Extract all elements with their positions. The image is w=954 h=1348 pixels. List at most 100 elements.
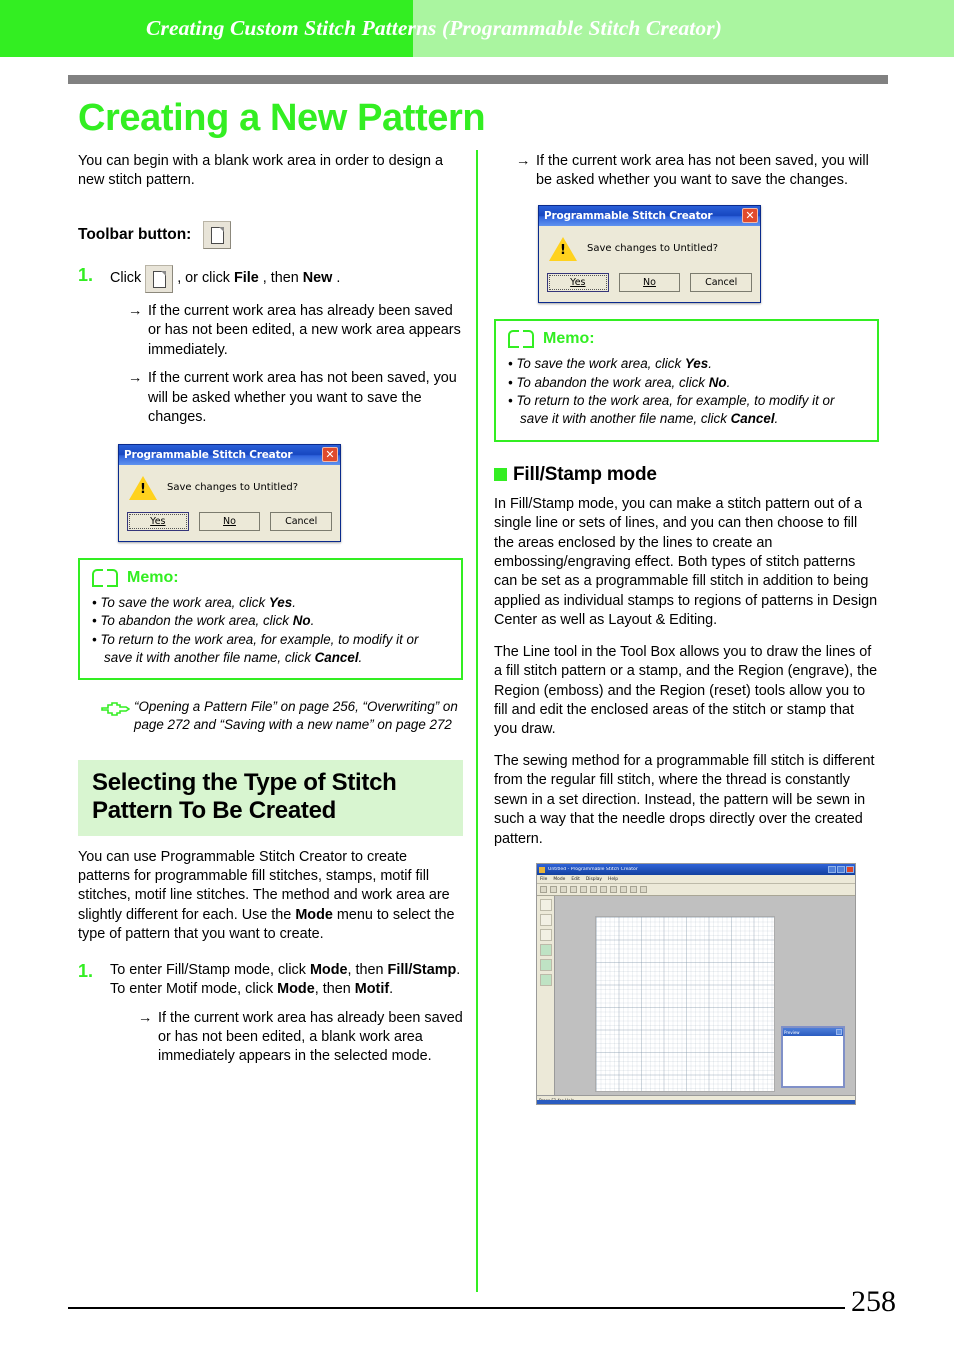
menu-file-label: File [233, 270, 259, 287]
app-menu-display[interactable]: Display [586, 877, 602, 882]
left-column: You can begin with a blank work area in … [78, 152, 463, 1067]
memo-item-pre: To return to the work area, for example,… [516, 393, 835, 426]
step-2-line1-b: , then [347, 961, 388, 978]
memo-item: • To save the work area, click Yes. [92, 594, 296, 610]
toolbar-grid-icon[interactable] [630, 886, 637, 894]
memo-item: • To return to the work area, for exampl… [508, 393, 835, 426]
cancel-button[interactable]: Cancel [270, 511, 333, 531]
memo-item-bold: Yes [684, 355, 709, 371]
memo-item-post: . [774, 410, 779, 426]
memo-item-bold: Cancel [314, 649, 359, 665]
toolbar-copy-icon[interactable] [600, 886, 607, 894]
dialog-body: Save changes to Untitled? [539, 226, 760, 269]
memo-title: Memo: [543, 329, 595, 347]
memo-title: Memo: [127, 568, 179, 586]
toolbar-redo-icon[interactable] [580, 886, 587, 894]
page-number: 258 [845, 1285, 902, 1319]
app-tool-box [537, 896, 555, 1096]
close-icon[interactable]: ✕ [322, 447, 338, 462]
step-1: 1. Click , or click File , then New . [78, 264, 463, 293]
cancel-button[interactable]: Cancel [690, 272, 753, 292]
step-1-period: . [336, 270, 341, 287]
subsection-heading-text: Fill/Stamp mode [513, 463, 657, 485]
dialog-message: Save changes to Untitled? [587, 243, 718, 255]
tool-point-edit-icon[interactable] [539, 914, 552, 927]
open-book-icon [508, 329, 534, 348]
tool-region-emboss-icon[interactable] [539, 959, 552, 972]
cancel-button-label: Cancel [285, 515, 318, 527]
book-page-right [523, 329, 534, 348]
app-title-bar: Untitled - Programmable Stitch Creator [537, 864, 855, 876]
menu-mode-label: Mode [295, 906, 333, 923]
app-menu-help[interactable]: Help [608, 877, 618, 882]
toolbar-cut-icon[interactable] [590, 886, 597, 894]
toolbar-open-icon[interactable] [550, 886, 557, 894]
step-2-line2-b: , then [314, 981, 355, 998]
app-icon [539, 866, 545, 873]
app-window-title: Untitled - Programmable Stitch Creator [548, 867, 638, 873]
dialog-message: Save changes to Untitled? [167, 482, 298, 493]
preview-title-bar: Preview [783, 1028, 843, 1037]
memo-item: • To abandon the work area, click No. [508, 374, 731, 390]
arrow-item-text: If the current work area has not been sa… [536, 153, 869, 189]
fillstamp-paragraph-1: In Fill/Stamp mode, you can make a stitc… [494, 495, 878, 629]
green-square-bullet-icon [494, 468, 507, 482]
maximize-icon[interactable] [837, 866, 845, 874]
book-page-left [508, 329, 519, 348]
app-menu-mode[interactable]: Mode [553, 877, 565, 882]
arrow-item-text: If the current work area has not been sa… [148, 370, 457, 426]
no-button-label: No [643, 276, 656, 288]
memo-list: • To save the work area, click Yes. • To… [92, 594, 449, 667]
app-menu-bar: File Mode Edit Display Help [537, 875, 855, 885]
app-preview-window[interactable]: Preview [781, 1026, 845, 1089]
preview-close-icon[interactable] [836, 1029, 842, 1036]
memo-item: • To return to the work area, for exampl… [92, 631, 419, 665]
menu-new-label: New [302, 270, 333, 287]
warning-triangle-icon [129, 475, 157, 500]
toolbar-zoom-icon[interactable] [620, 886, 627, 894]
app-main-area: Preview [537, 896, 855, 1096]
close-icon[interactable] [846, 866, 854, 874]
step-1-then-text: , then [262, 270, 299, 287]
toolbar-new-icon[interactable] [540, 886, 547, 894]
close-icon[interactable]: ✕ [742, 208, 758, 224]
tool-region-engrave-icon[interactable] [539, 944, 552, 957]
app-work-area-canvas[interactable] [595, 916, 775, 1093]
yes-button[interactable]: Yes [127, 511, 189, 531]
toolbar-undo-icon[interactable] [570, 886, 577, 894]
new-document-icon[interactable] [203, 220, 232, 249]
step-2-line1-a: To enter Fill/Stamp mode, click [110, 961, 310, 978]
memo-item-pre: To save the work area, click [100, 594, 269, 610]
no-button[interactable]: No [618, 272, 681, 292]
step-2-line1-c: . [456, 961, 461, 978]
save-changes-dialog: Programmable Stitch Creator ✕ Save chang… [118, 443, 341, 542]
arrow-item-text: If the current work area has already bee… [148, 302, 461, 358]
cancel-button-label: Cancel [705, 276, 738, 288]
toolbar-save-icon[interactable] [560, 886, 567, 894]
pointing-hand-icon [100, 698, 134, 720]
minimize-icon[interactable] [828, 866, 836, 874]
step-1-mid-text: , or click [177, 270, 230, 287]
section-heading: Selecting the Type of Stitch Pattern To … [78, 759, 463, 836]
new-document-icon[interactable] [145, 264, 174, 293]
page-title: Creating a New Pattern [78, 97, 486, 139]
page-glyph [153, 270, 167, 288]
fillstamp-paragraph-3: The sewing method for a programmable fil… [494, 752, 875, 847]
tool-region-reset-icon[interactable] [539, 974, 552, 987]
toolbar-preview-icon[interactable] [640, 886, 647, 894]
step-2: 1. To enter Fill/Stamp mode, click Mode,… [78, 961, 463, 1000]
see-also-note: “Opening a Pattern File” on page 256, “O… [100, 698, 463, 734]
memo-item-bold: Yes [268, 594, 293, 610]
app-menu-file[interactable]: File [540, 877, 547, 882]
no-button[interactable]: No [198, 511, 261, 531]
toolbar-paste-icon[interactable] [610, 886, 617, 894]
running-header: Creating Custom Stitch Patterns (Program… [0, 0, 954, 57]
book-page-left [92, 568, 103, 587]
tool-select-icon[interactable] [539, 899, 552, 912]
yes-button[interactable]: Yes [547, 272, 609, 292]
app-taskbar [537, 1100, 855, 1105]
memo-item-pre: To abandon the work area, click [516, 374, 709, 390]
menu-mode-label: Mode [309, 961, 348, 978]
tool-line-icon[interactable] [539, 929, 552, 942]
app-menu-edit[interactable]: Edit [571, 877, 580, 882]
